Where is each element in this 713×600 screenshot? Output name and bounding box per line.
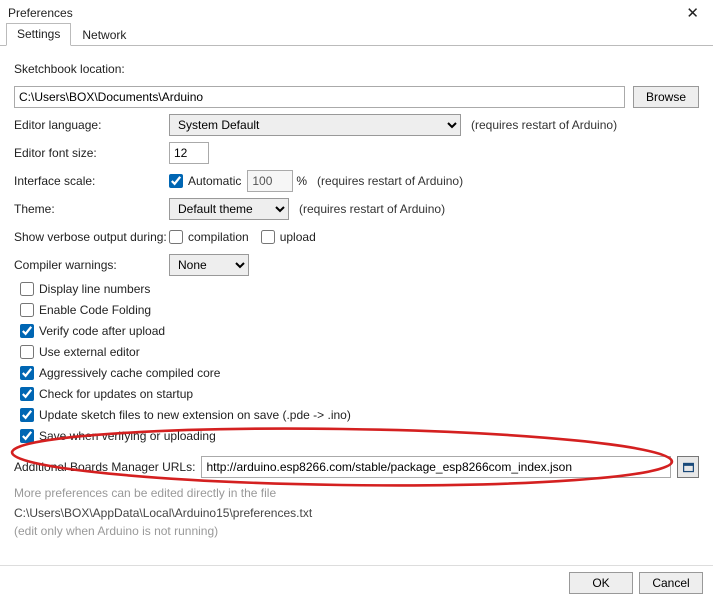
sketchbook-path-input[interactable]: [14, 86, 625, 108]
footer-note-3: (edit only when Arduino is not running): [14, 524, 699, 538]
browse-button[interactable]: Browse: [633, 86, 699, 108]
opt-check-updates[interactable]: Check for updates on startup: [20, 387, 193, 401]
theme-label: Theme:: [14, 202, 169, 216]
preferences-file-path[interactable]: C:\Users\BOX\AppData\Local\Arduino15\pre…: [14, 506, 699, 520]
verbose-label: Show verbose output during:: [14, 230, 169, 244]
opt-verify-after-upload[interactable]: Verify code after upload: [20, 324, 165, 338]
verbose-compilation-label: compilation: [188, 230, 249, 244]
sketchbook-label: Sketchbook location:: [14, 62, 125, 76]
language-hint: (requires restart of Arduino): [471, 118, 617, 132]
opt-save-on-verify[interactable]: Save when verifying or uploading: [20, 429, 216, 443]
warnings-label: Compiler warnings:: [14, 258, 169, 272]
scale-hint: (requires restart of Arduino): [317, 174, 463, 188]
close-icon[interactable]: ✕: [680, 4, 705, 22]
cancel-button[interactable]: Cancel: [639, 572, 703, 594]
scale-automatic-input[interactable]: [169, 174, 183, 188]
verbose-row: Show verbose output during: compilation …: [14, 226, 699, 248]
language-select[interactable]: System Default: [169, 114, 461, 136]
opt-update-sketch-ext[interactable]: Update sketch files to new extension on …: [20, 408, 351, 422]
scale-automatic-checkbox[interactable]: Automatic: [169, 174, 241, 188]
scale-label: Interface scale:: [14, 174, 169, 188]
verbose-upload-input[interactable]: [261, 230, 275, 244]
verbose-upload-checkbox[interactable]: upload: [261, 230, 316, 244]
tab-network[interactable]: Network: [71, 24, 137, 46]
content: Sketchbook location: Browse Editor langu…: [0, 46, 713, 542]
tab-settings[interactable]: Settings: [6, 23, 71, 46]
verbose-compilation-checkbox[interactable]: compilation: [169, 230, 249, 244]
scale-row: Interface scale: Automatic % (requires r…: [14, 170, 699, 192]
fontsize-label: Editor font size:: [14, 146, 169, 160]
language-label: Editor language:: [14, 118, 169, 132]
fontsize-input[interactable]: [169, 142, 209, 164]
opt-cache-compiled-core[interactable]: Aggressively cache compiled core: [20, 366, 220, 380]
sketchbook-label-row: Sketchbook location:: [14, 58, 699, 80]
opt-external-editor[interactable]: Use external editor: [20, 345, 140, 359]
theme-row: Theme: Default theme (requires restart o…: [14, 198, 699, 220]
verbose-compilation-input[interactable]: [169, 230, 183, 244]
sketchbook-path-row: Browse: [14, 86, 699, 108]
theme-select[interactable]: Default theme: [169, 198, 289, 220]
footer-note-1: More preferences can be edited directly …: [14, 486, 699, 500]
window-title: Preferences: [8, 6, 73, 20]
boards-url-row: Additional Boards Manager URLs:: [14, 456, 699, 478]
verbose-upload-label: upload: [280, 230, 316, 244]
boards-url-input[interactable]: [201, 456, 671, 478]
window-icon: [682, 461, 695, 474]
opt-display-line-numbers[interactable]: Display line numbers: [20, 282, 150, 296]
warnings-row: Compiler warnings: None: [14, 254, 699, 276]
opt-enable-code-folding[interactable]: Enable Code Folding: [20, 303, 151, 317]
scale-value-input[interactable]: [247, 170, 293, 192]
options-list: Display line numbers Enable Code Folding…: [14, 282, 699, 446]
titlebar: Preferences ✕: [0, 0, 713, 24]
scale-automatic-label: Automatic: [188, 174, 241, 188]
scale-unit: %: [296, 174, 307, 188]
language-row: Editor language: System Default (require…: [14, 114, 699, 136]
ok-button[interactable]: OK: [569, 572, 633, 594]
tabstrip: Settings Network: [0, 24, 713, 46]
theme-hint: (requires restart of Arduino): [299, 202, 445, 216]
boards-url-expand-button[interactable]: [677, 456, 699, 478]
footer-buttons: OK Cancel: [569, 564, 703, 594]
boards-url-label: Additional Boards Manager URLs:: [14, 460, 195, 474]
fontsize-row: Editor font size:: [14, 142, 699, 164]
warnings-select[interactable]: None: [169, 254, 249, 276]
